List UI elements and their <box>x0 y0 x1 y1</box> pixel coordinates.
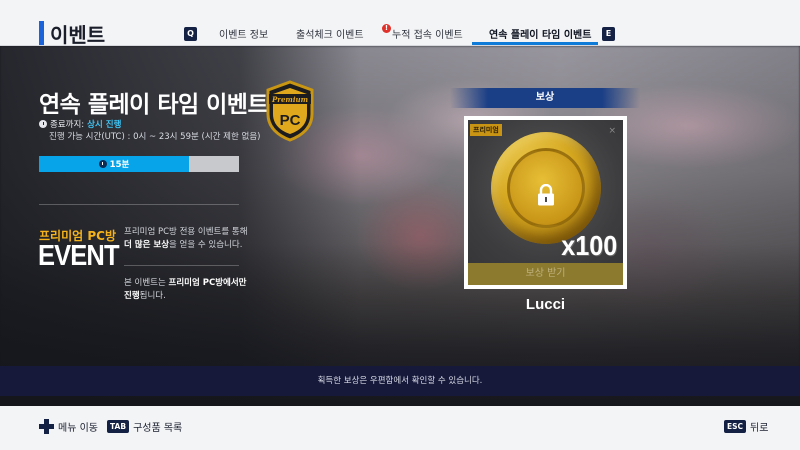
lock-icon <box>538 184 554 206</box>
esc-key-icon: ESC <box>724 420 747 433</box>
alert-badge: ! <box>382 24 391 33</box>
desc2-bold2: 진행 <box>124 291 140 301</box>
premium-pc-badge-icon: Premium PC <box>265 80 315 142</box>
event-end-row: 종료까지: 상시 진행 <box>39 118 121 130</box>
end-label: 종료까지: <box>50 120 85 130</box>
available-hours: 진행 가능 시간(UTC) : 0시 ~ 23시 59분 (시간 제한 없음) <box>49 132 261 142</box>
tab-key-icon: TAB <box>107 420 130 433</box>
claim-reward-button[interactable]: 보상 받기 <box>468 263 623 285</box>
tab-attendance-event[interactable]: 출석체크 이벤트 <box>296 26 364 41</box>
tab-cumulative-login-event[interactable]: 누적 접속 이벤트 <box>392 26 463 41</box>
premium-tag: 프리미엄 <box>470 124 502 136</box>
reward-header: 보상 <box>450 88 640 108</box>
top-bar: 이벤트 Q 이벤트 정보 출석체크 이벤트 ! 누적 접속 이벤트 연속 플레이… <box>0 0 800 47</box>
progress-time: 15분 <box>109 160 130 170</box>
event-word: EVENT <box>38 240 120 272</box>
clock-icon <box>98 160 107 168</box>
components-list-hint[interactable]: TAB 구성품 목록 <box>107 419 182 434</box>
components-list-label: 구성품 목록 <box>133 423 183 434</box>
badge-top-text: Premium <box>271 95 308 104</box>
next-tab-key[interactable]: E <box>602 27 615 41</box>
event-description-2: 본 이벤트는 프리미엄 PC방에서만 진행됩니다. <box>124 277 247 303</box>
desc1-bold: 더 많은 보상 <box>124 240 170 250</box>
back-button[interactable]: ESC 뒤로 <box>724 419 768 434</box>
reward-card[interactable]: 프리미엄 × x100 보상 받기 <box>464 116 627 289</box>
playtime-progress-bar: 15분 <box>39 156 239 172</box>
desc1-post: 을 얻을 수 있습니다. <box>169 240 243 250</box>
divider <box>39 204 239 205</box>
reward-image: 프리미엄 × x100 보상 받기 <box>468 120 623 285</box>
event-title: 연속 플레이 타임 이벤트 <box>39 92 269 118</box>
close-icon: × <box>608 126 616 136</box>
prev-tab-key[interactable]: Q <box>184 27 197 41</box>
badge-main-text: PC <box>280 112 301 129</box>
divider <box>124 265 239 266</box>
end-value: 상시 진행 <box>87 120 122 130</box>
progress-label: 15분 <box>39 156 189 172</box>
tab-continuous-playtime-event[interactable]: 연속 플레이 타임 이벤트 <box>489 26 591 41</box>
menu-move-label: 메뉴 이동 <box>58 423 98 434</box>
event-description-1: 프리미엄 PC방 전용 이벤트를 통해 더 많은 보상을 얻을 수 있습니다. <box>124 226 248 252</box>
clock-icon <box>39 120 47 128</box>
title-accent-bar <box>39 21 44 45</box>
dpad-icon <box>39 419 54 434</box>
back-label: 뒤로 <box>750 423 769 434</box>
reward-quantity: x100 <box>560 230 617 261</box>
desc2-text: 본 이벤트는 <box>124 278 166 288</box>
tab-event-info[interactable]: 이벤트 정보 <box>219 26 268 41</box>
desc2-bold: 프리미엄 PC방에서만 <box>168 278 247 288</box>
desc1-text: 프리미엄 PC방 전용 이벤트를 통해 <box>124 227 248 237</box>
page-title: 이벤트 <box>50 23 106 47</box>
desc2-post: 됩니다. <box>139 291 166 301</box>
info-message: 획득한 보상은 우편함에서 확인할 수 있습니다. <box>0 366 800 396</box>
footer-bar: 메뉴 이동 TAB 구성품 목록 ESC 뒤로 <box>0 406 800 450</box>
active-tab-indicator <box>472 42 598 45</box>
reward-name: Lucci <box>525 296 566 313</box>
menu-move-hint[interactable]: 메뉴 이동 <box>39 419 98 434</box>
